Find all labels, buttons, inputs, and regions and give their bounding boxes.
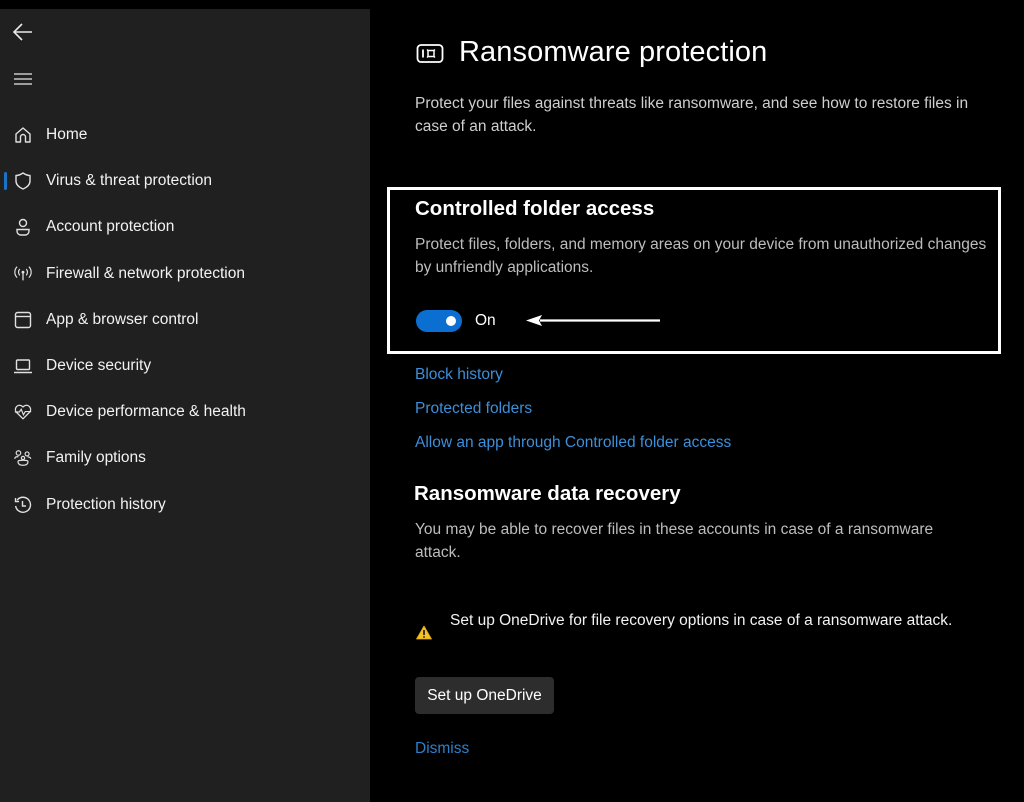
set-up-onedrive-button[interactable]: Set up OneDrive bbox=[415, 677, 554, 714]
family-icon bbox=[13, 448, 33, 468]
history-icon bbox=[13, 495, 33, 515]
person-icon bbox=[13, 217, 33, 237]
shield-icon bbox=[13, 171, 33, 191]
antenna-icon bbox=[13, 264, 33, 284]
sidebar-item-label: Virus & threat protection bbox=[46, 172, 212, 190]
sidebar-item-family-options[interactable]: Family options bbox=[0, 435, 370, 481]
protected-folders-link[interactable]: Protected folders bbox=[415, 400, 532, 418]
title-bar-strip bbox=[0, 0, 370, 9]
sidebar-item-protection-history[interactable]: Protection history bbox=[0, 482, 370, 528]
sidebar-item-label: Family options bbox=[46, 449, 146, 467]
app-window-icon bbox=[13, 310, 33, 330]
onedrive-warning-text: Set up OneDrive for file recovery option… bbox=[450, 612, 953, 629]
selection-indicator bbox=[4, 172, 7, 191]
sidebar-item-firewall[interactable]: Firewall & network protection bbox=[0, 251, 370, 297]
sidebar-item-account-protection[interactable]: Account protection bbox=[0, 204, 370, 250]
toggle-knob bbox=[446, 316, 456, 326]
sidebar-item-label: Device performance & health bbox=[46, 403, 246, 421]
warning-triangle-icon bbox=[416, 625, 432, 645]
sidebar-item-label: Firewall & network protection bbox=[46, 264, 245, 282]
toggle-state-label: On bbox=[475, 312, 496, 329]
page-description: Protect your files against threats like … bbox=[415, 95, 969, 135]
nav-list: Home Virus & threat protection Account p… bbox=[0, 112, 370, 528]
sidebar-item-label: Home bbox=[46, 126, 88, 144]
sidebar-item-home[interactable]: Home bbox=[0, 112, 370, 158]
menu-button[interactable] bbox=[10, 67, 36, 91]
home-icon bbox=[13, 125, 33, 145]
ransomware-icon bbox=[416, 42, 444, 71]
sidebar-item-virus-threat-protection[interactable]: Virus & threat protection bbox=[0, 158, 370, 204]
block-history-link[interactable]: Block history bbox=[415, 366, 503, 384]
main-content: Ransomware protection Protect your files… bbox=[370, 0, 1024, 802]
controlled-folder-access-toggle[interactable] bbox=[416, 310, 462, 332]
controlled-folder-access-title: Controlled folder access bbox=[415, 197, 655, 220]
data-recovery-title: Ransomware data recovery bbox=[414, 482, 681, 505]
dismiss-link[interactable]: Dismiss bbox=[415, 740, 469, 758]
back-button[interactable] bbox=[10, 20, 36, 44]
controlled-folder-access-description: Protect files, folders, and memory areas… bbox=[415, 236, 987, 276]
data-recovery-description: You may be able to recover files in thes… bbox=[415, 521, 934, 561]
annotation-arrow-icon bbox=[526, 315, 660, 326]
arrow-left-icon bbox=[12, 23, 32, 41]
hamburger-menu-icon bbox=[14, 73, 32, 85]
sidebar-item-label: Account protection bbox=[46, 218, 175, 236]
sidebar-item-device-security[interactable]: Device security bbox=[0, 343, 370, 389]
sidebar-item-label: Protection history bbox=[46, 495, 166, 513]
laptop-icon bbox=[13, 356, 33, 376]
sidebar-item-device-performance[interactable]: Device performance & health bbox=[0, 389, 370, 435]
page-title: Ransomware protection bbox=[459, 36, 768, 68]
sidebar-item-app-browser-control[interactable]: App & browser control bbox=[0, 297, 370, 343]
heart-pulse-icon bbox=[13, 402, 33, 422]
sidebar-item-label: Device security bbox=[46, 357, 152, 375]
allow-app-link[interactable]: Allow an app through Controlled folder a… bbox=[415, 434, 731, 452]
sidebar-item-label: App & browser control bbox=[46, 310, 199, 328]
sidebar: Home Virus & threat protection Account p… bbox=[0, 9, 370, 802]
